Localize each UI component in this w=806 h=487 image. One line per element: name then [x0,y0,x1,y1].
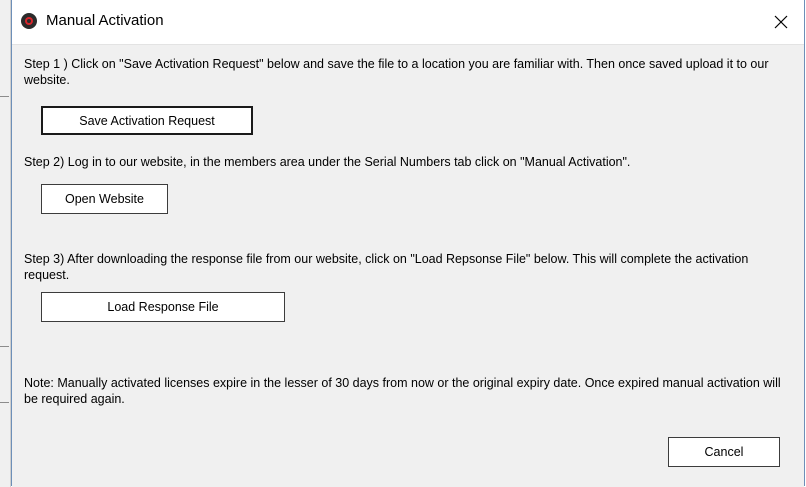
edge-tick [0,96,9,97]
close-button[interactable] [758,0,804,44]
manual-activation-dialog: Manual Activation Step 1 ) Click on "Sav… [11,0,805,487]
background-window-edge [0,0,11,487]
screen: Manual Activation Step 1 ) Click on "Sav… [0,0,806,487]
load-response-file-button[interactable]: Load Response File [41,292,285,322]
app-logo-icon [21,13,37,29]
step3-instructions: Step 3) After downloading the response f… [24,252,749,282]
cancel-button[interactable]: Cancel [668,437,780,467]
step2-instructions: Step 2) Log in to our website, in the me… [24,155,631,169]
edge-tick [0,402,9,403]
dialog-content: Step 1 ) Click on "Save Activation Reque… [12,44,804,487]
step1-instructions: Step 1 ) Click on "Save Activation Reque… [24,57,769,87]
title-bar[interactable]: Manual Activation [12,0,804,44]
window-title: Manual Activation [46,12,164,29]
save-activation-request-button[interactable]: Save Activation Request [41,106,253,135]
close-icon [774,15,788,29]
open-website-button[interactable]: Open Website [41,184,168,214]
edge-tick [0,346,9,347]
expiry-note: Note: Manually activated licenses expire… [24,376,781,406]
